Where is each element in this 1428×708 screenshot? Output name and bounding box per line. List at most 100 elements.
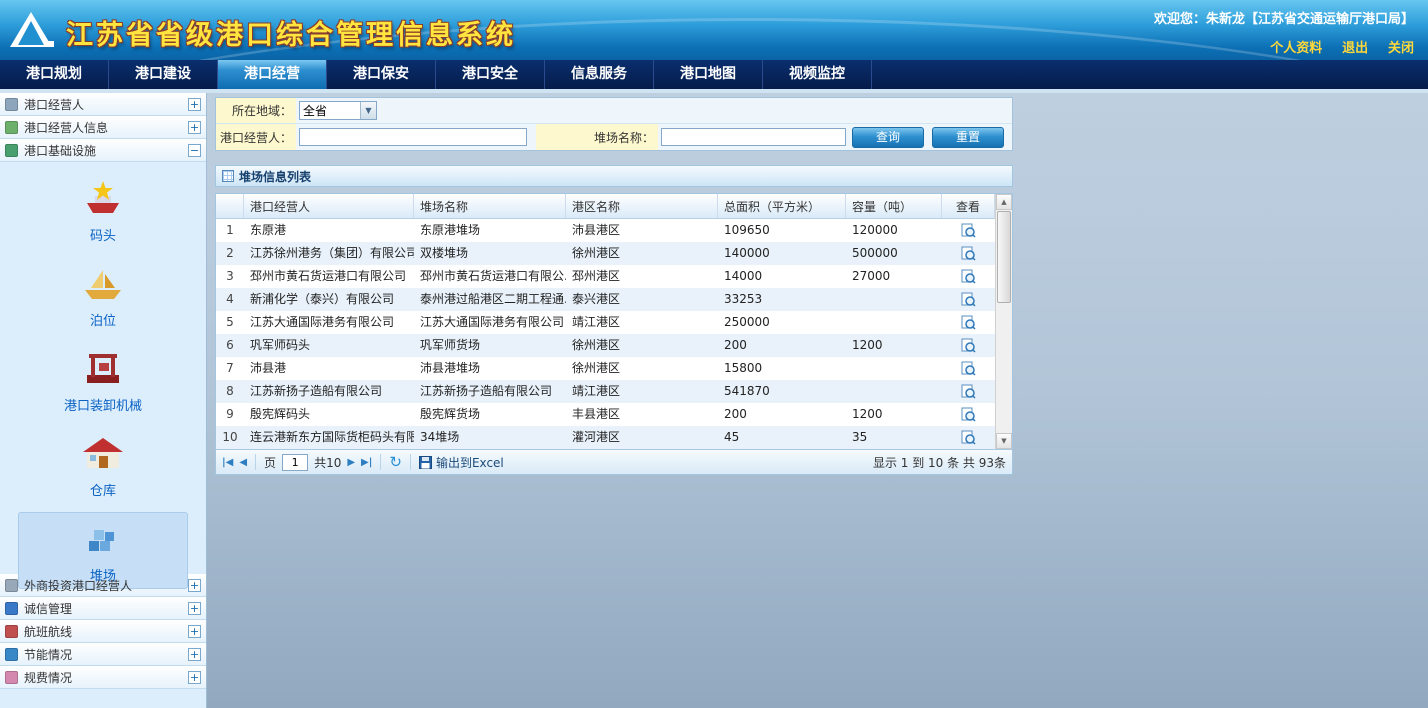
scrollbar-thumb[interactable]: [997, 211, 1011, 303]
view-icon[interactable]: [942, 426, 995, 449]
sidebar-group-fees[interactable]: 规费情况 +: [0, 666, 206, 689]
facility-menu: 码头 泊位 港口装卸机械 仓库 堆场: [0, 162, 206, 574]
col-district[interactable]: 港区名称: [566, 194, 718, 218]
col-yard-name[interactable]: 堆场名称: [414, 194, 566, 218]
sidebar-group-operator-info[interactable]: 港口经营人信息 +: [0, 116, 206, 139]
cell-yard: 江苏大通国际港务有限公司: [414, 311, 566, 334]
table-row[interactable]: 6 巩军师码头 巩军师货场 徐州港区 200 1200: [216, 334, 1012, 357]
cell-capacity: 35: [846, 426, 942, 449]
facility-label: 仓库: [90, 480, 116, 499]
tab-port-map[interactable]: 港口地图: [654, 60, 763, 89]
list-title: 堆场信息列表: [239, 168, 311, 185]
refresh-icon[interactable]: ↻: [389, 455, 402, 470]
scroll-up-icon[interactable]: ▲: [996, 194, 1012, 210]
query-button[interactable]: 查询: [852, 127, 924, 148]
cell-operator: 江苏徐州港务（集团）有限公司: [244, 242, 414, 265]
fee-icon: [5, 671, 18, 684]
logout-link[interactable]: 退出: [1342, 41, 1368, 56]
view-icon[interactable]: [942, 403, 995, 426]
col-total-area[interactable]: 总面积（平方米）: [718, 194, 846, 218]
search-row-region: 所在地域： 全省 ▼: [216, 98, 1012, 124]
expand-toggle[interactable]: +: [188, 579, 201, 592]
tab-port-operation[interactable]: 港口经营: [218, 60, 327, 89]
scroll-down-icon[interactable]: ▼: [996, 433, 1012, 449]
collapse-toggle[interactable]: −: [188, 144, 201, 157]
facility-warehouse[interactable]: 仓库: [18, 427, 188, 504]
main-content: 所在地域： 全省 ▼ 港口经营人： 堆场名称： 查询 重置: [215, 97, 1013, 475]
view-icon[interactable]: [942, 265, 995, 288]
export-label: 输出到Excel: [436, 454, 504, 471]
expand-toggle[interactable]: +: [188, 602, 201, 615]
table-row[interactable]: 5 江苏大通国际港务有限公司 江苏大通国际港务有限公司 靖江港区 250000: [216, 311, 1012, 334]
save-icon: [419, 456, 432, 469]
operator-info-icon: [5, 121, 18, 134]
divider: [380, 454, 381, 470]
expand-toggle[interactable]: +: [188, 625, 201, 638]
sidebar-group-label: 港口基础设施: [24, 142, 188, 159]
sidebar-group-integrity[interactable]: 诚信管理 +: [0, 597, 206, 620]
table-row[interactable]: 4 新浦化学（泰兴）有限公司 泰州港过船港区二期工程通... 泰兴港区 3325…: [216, 288, 1012, 311]
expand-toggle[interactable]: +: [188, 648, 201, 661]
table-row[interactable]: 10 连云港新东方国际货柜码头有限... 34堆场 灌河港区 45 35: [216, 426, 1012, 449]
yard-name-input[interactable]: [661, 128, 846, 146]
cell-yard: 东原港堆场: [414, 219, 566, 242]
page-title: 江苏省省级港口综合管理信息系统: [66, 13, 516, 52]
table-row[interactable]: 2 江苏徐州港务（集团）有限公司 双楼堆场 徐州港区 140000 500000: [216, 242, 1012, 265]
region-select[interactable]: 全省 ▼: [299, 101, 377, 120]
next-page-icon[interactable]: ▶: [347, 457, 355, 468]
facility-wharf[interactable]: 码头: [18, 172, 188, 249]
sidebar-group-foreign-investment[interactable]: 外商投资港口经营人 +: [0, 574, 206, 597]
sidebar-group-energy[interactable]: 节能情况 +: [0, 643, 206, 666]
operator-input[interactable]: [299, 128, 527, 146]
page-number-input[interactable]: [282, 454, 308, 471]
view-icon[interactable]: [942, 357, 995, 380]
cell-yard: 邳州市黄石货运港口有限公...: [414, 265, 566, 288]
tab-port-construction[interactable]: 港口建设: [109, 60, 218, 89]
view-icon[interactable]: [942, 219, 995, 242]
cell-operator: 东原港: [244, 219, 414, 242]
tab-port-safety[interactable]: 港口安全: [436, 60, 545, 89]
view-icon[interactable]: [942, 288, 995, 311]
cell-area: 14000: [718, 265, 846, 288]
col-operator[interactable]: 港口经营人: [244, 194, 414, 218]
expand-toggle[interactable]: +: [188, 671, 201, 684]
first-page-icon[interactable]: |◀: [222, 457, 233, 468]
last-page-icon[interactable]: ▶|: [361, 457, 372, 468]
view-icon[interactable]: [942, 311, 995, 334]
sidebar-group-infrastructure[interactable]: 港口基础设施 −: [0, 139, 206, 162]
tab-info-service[interactable]: 信息服务: [545, 60, 654, 89]
tab-port-planning[interactable]: 港口规划: [0, 60, 109, 89]
col-view: 查看: [942, 194, 995, 218]
record-count-summary: 显示 1 到 10 条 共 93条: [873, 454, 1006, 471]
view-icon[interactable]: [942, 334, 995, 357]
tab-port-security[interactable]: 港口保安: [327, 60, 436, 89]
expand-toggle[interactable]: +: [188, 121, 201, 134]
view-icon[interactable]: [942, 380, 995, 403]
table-row[interactable]: 1 东原港 东原港堆场 沛县港区 109650 120000: [216, 219, 1012, 242]
reset-button[interactable]: 重置: [932, 127, 1004, 148]
profile-link[interactable]: 个人资料: [1270, 41, 1322, 56]
table-row[interactable]: 8 江苏新扬子造船有限公司 江苏新扬子造船有限公司 靖江港区 541870: [216, 380, 1012, 403]
sidebar-group-routes[interactable]: 航班航线 +: [0, 620, 206, 643]
col-capacity[interactable]: 容量（吨）: [846, 194, 942, 218]
region-label: 所在地域：: [216, 98, 296, 123]
table-row[interactable]: 7 沛县港 沛县港堆场 徐州港区 15800: [216, 357, 1012, 380]
close-link[interactable]: 关闭: [1388, 41, 1414, 56]
facility-machinery[interactable]: 港口装卸机械: [18, 342, 188, 419]
table-row[interactable]: 9 殷宪辉码头 殷宪辉货场 丰县港区 200 1200: [216, 403, 1012, 426]
chevron-down-icon[interactable]: ▼: [360, 102, 376, 119]
export-excel-button[interactable]: 输出到Excel: [419, 454, 504, 471]
facility-label: 泊位: [90, 310, 116, 329]
warehouse-icon: [81, 434, 125, 477]
expand-toggle[interactable]: +: [188, 98, 201, 111]
infrastructure-icon: [5, 144, 18, 157]
sidebar-group-port-operator[interactable]: 港口经营人 +: [0, 93, 206, 116]
prev-page-icon[interactable]: ◀: [239, 457, 247, 468]
tab-video-monitor[interactable]: 视频监控: [763, 60, 872, 89]
cell-yard: 江苏新扬子造船有限公司: [414, 380, 566, 403]
table-row[interactable]: 3 邳州市黄石货运港口有限公司 邳州市黄石货运港口有限公... 邳州港区 140…: [216, 265, 1012, 288]
divider: [255, 454, 256, 470]
facility-berth[interactable]: 泊位: [18, 257, 188, 334]
view-icon[interactable]: [942, 242, 995, 265]
table-scrollbar[interactable]: ▲ ▼: [995, 194, 1012, 449]
